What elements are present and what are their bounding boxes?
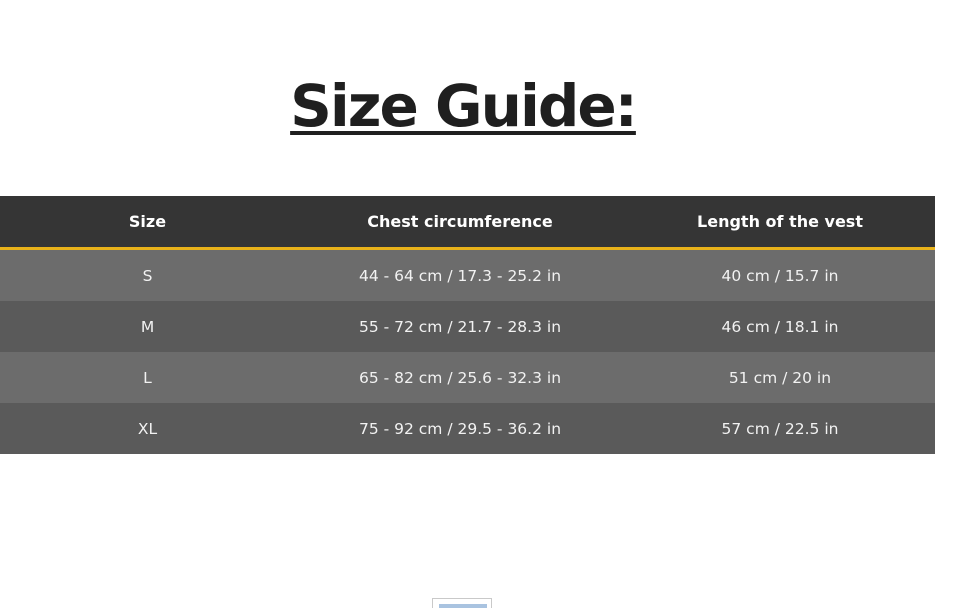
cell-chest: 55 - 72 cm / 21.7 - 28.3 in [295, 301, 625, 352]
cell-chest: 65 - 82 cm / 25.6 - 32.3 in [295, 352, 625, 403]
cell-size: L [0, 352, 295, 403]
header-length-of-vest: Length of the vest [625, 196, 935, 250]
table-row: M 55 - 72 cm / 21.7 - 28.3 in 46 cm / 18… [0, 301, 935, 352]
header-chest-circumference: Chest circumference [295, 196, 625, 250]
cell-length: 46 cm / 18.1 in [625, 301, 935, 352]
cell-size: S [0, 248, 295, 301]
cell-chest: 75 - 92 cm / 29.5 - 36.2 in [295, 403, 625, 454]
cell-length: 51 cm / 20 in [625, 352, 935, 403]
table-header-row: Size Chest circumference Length of the v… [0, 196, 935, 250]
table-row: S 44 - 64 cm / 17.3 - 25.2 in 40 cm / 15… [0, 248, 935, 301]
header-size: Size [0, 196, 295, 250]
cell-size: XL [0, 403, 295, 454]
image-placeholder-icon [432, 598, 492, 608]
cell-size: M [0, 301, 295, 352]
cell-length: 40 cm / 15.7 in [625, 248, 935, 301]
page-title: Size Guide: [290, 72, 638, 140]
table-row: XL 75 - 92 cm / 29.5 - 36.2 in 57 cm / 2… [0, 403, 935, 454]
cell-length: 57 cm / 22.5 in [625, 403, 935, 454]
image-placeholder-fill [439, 604, 487, 608]
table-row: L 65 - 82 cm / 25.6 - 32.3 in 51 cm / 20… [0, 352, 935, 403]
cell-chest: 44 - 64 cm / 17.3 - 25.2 in [295, 248, 625, 301]
size-guide-table: Size Chest circumference Length of the v… [0, 196, 935, 454]
